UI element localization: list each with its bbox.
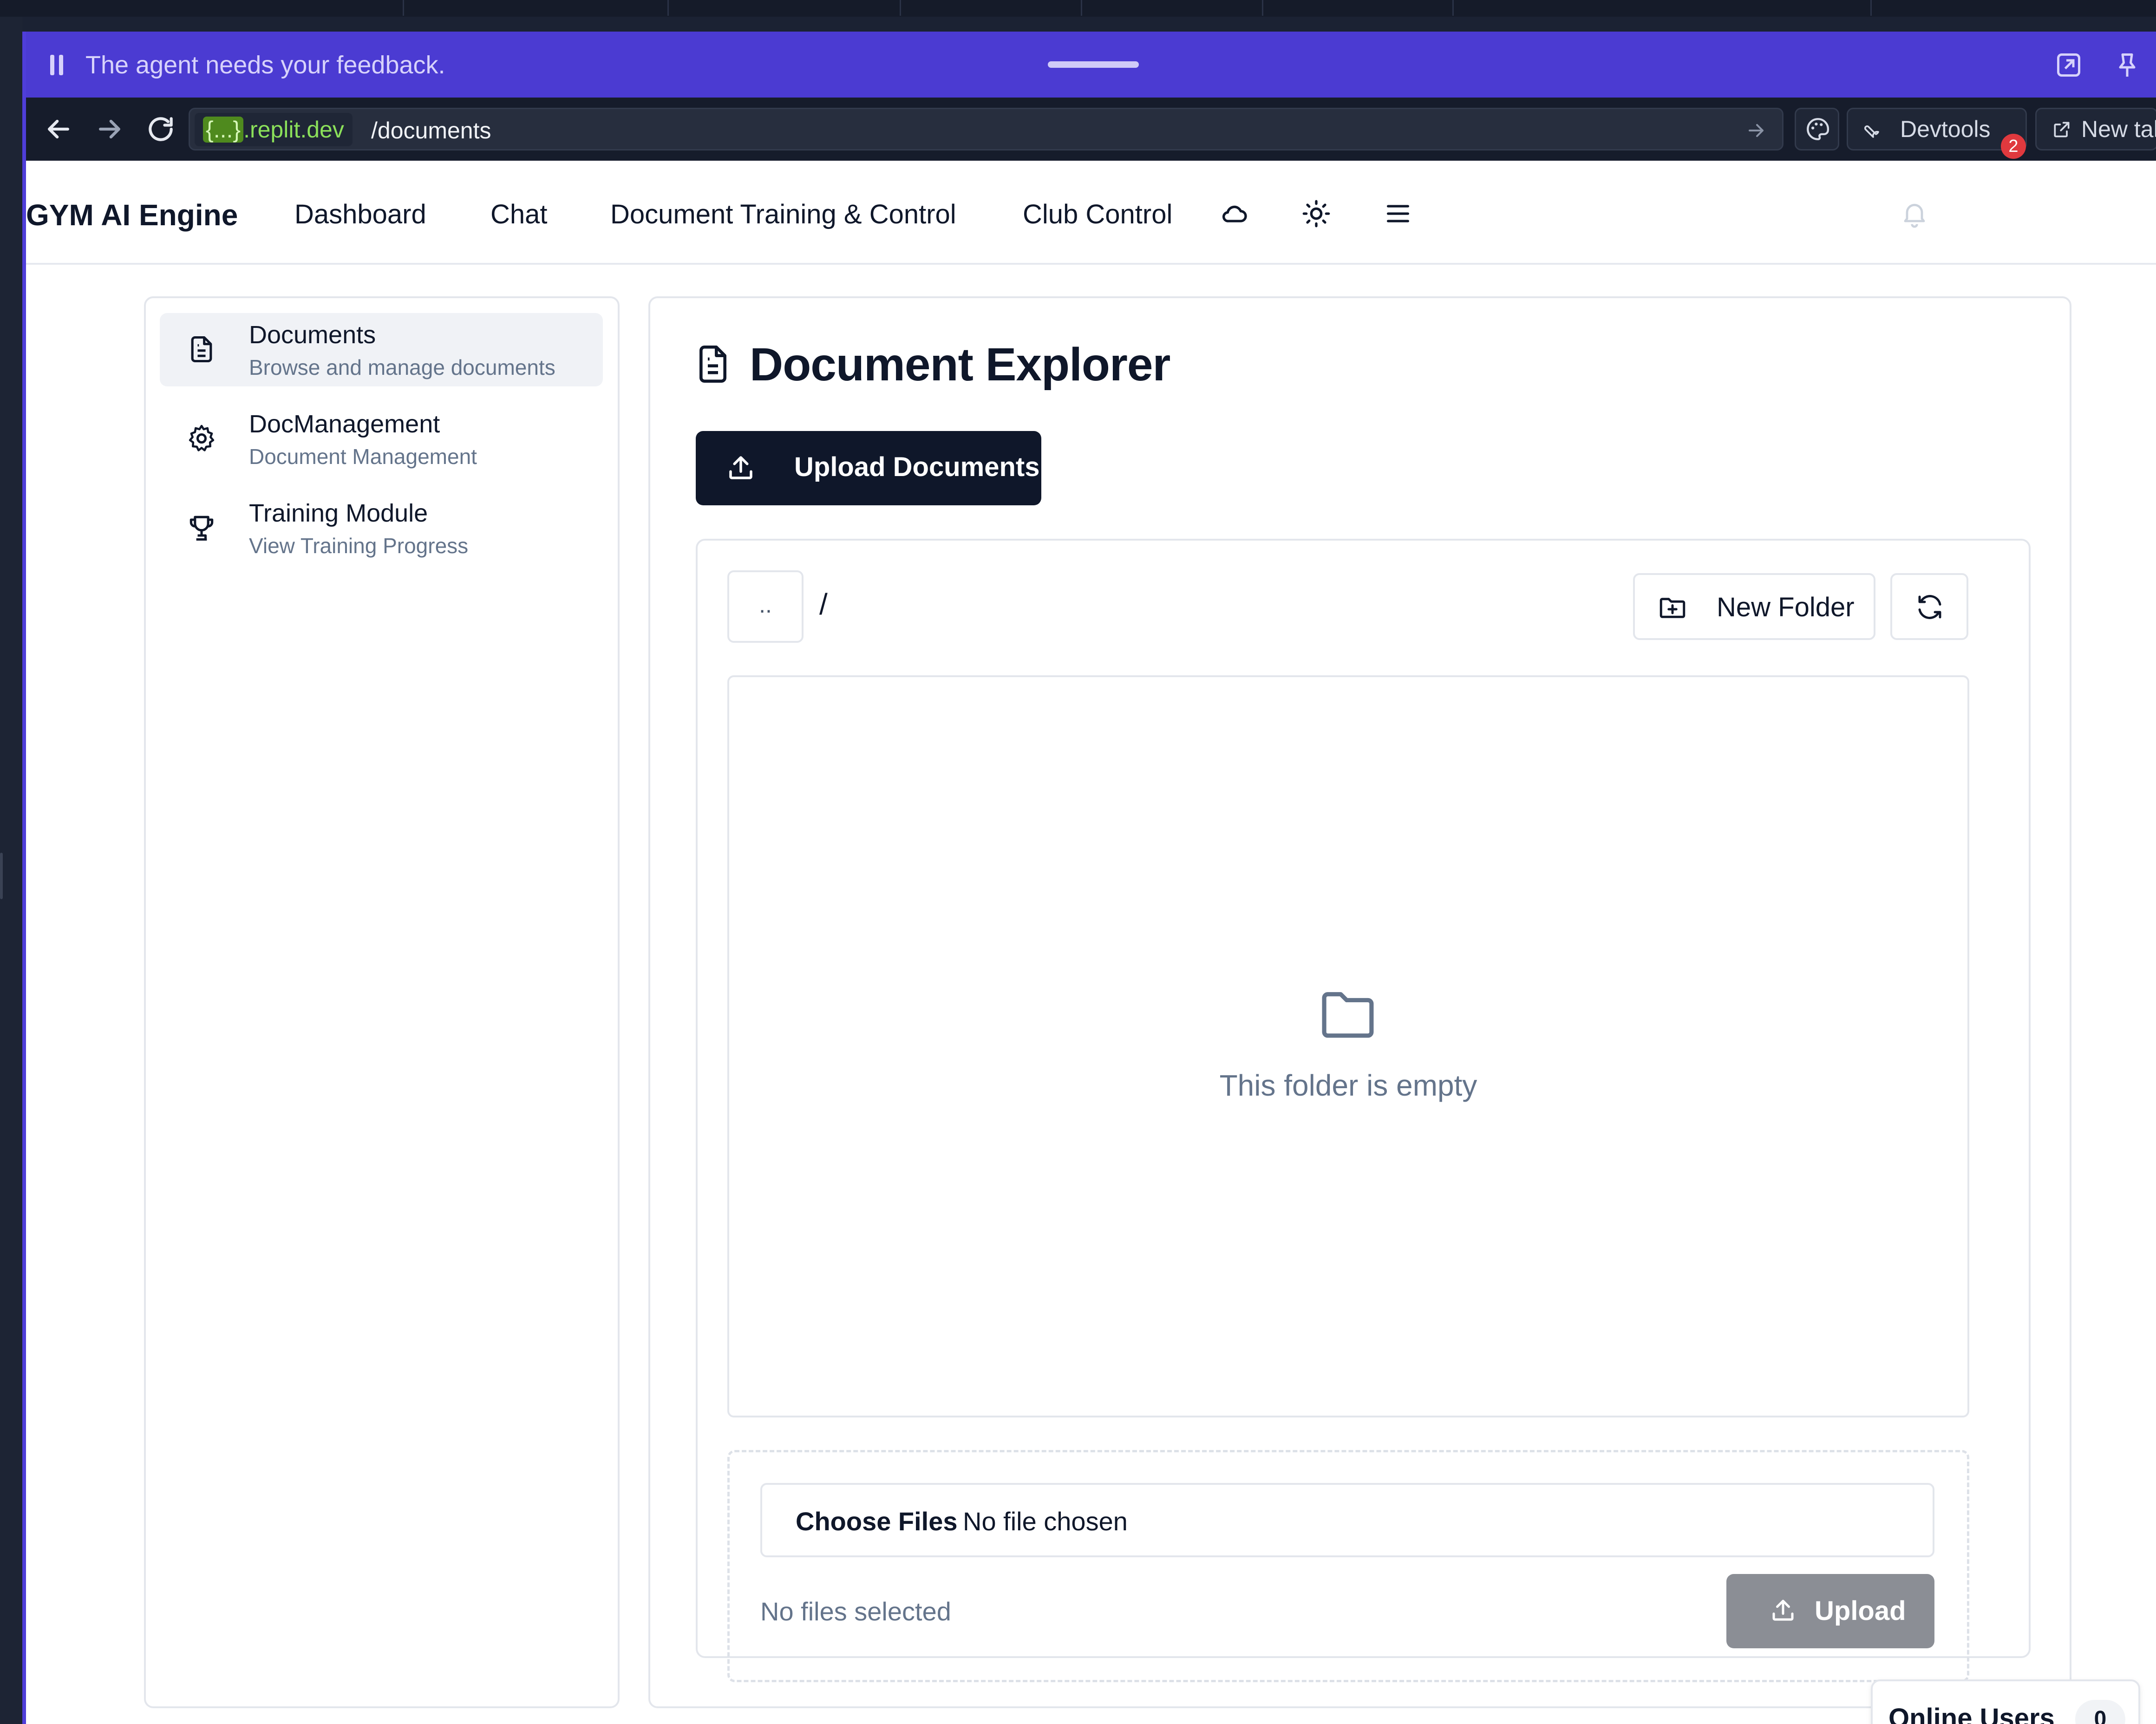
rail-marker: [0, 853, 3, 899]
choose-files-button[interactable]: Choose Files: [796, 1506, 958, 1536]
sidebar-item-title: Documents: [249, 321, 376, 349]
document-explorer-panel: Document Explorer Upload Documents .. / …: [648, 296, 2071, 1708]
trophy-icon: [189, 516, 214, 541]
cloud-icon[interactable]: [1220, 199, 1249, 229]
folder-icon: [1322, 992, 1374, 1038]
browser-tab-strip: [0, 0, 2156, 17]
url-field[interactable]: {...} .replit.dev /documents: [189, 108, 1784, 150]
file-list-area: This folder is empty: [727, 675, 1969, 1417]
upload-dropzone[interactable]: Choose Files No file chosen No files sel…: [727, 1450, 1969, 1682]
sidebar: Documents Browse and manage documents Do…: [144, 296, 620, 1708]
address-bar: {...} .replit.dev /documents Devtools 2 N…: [26, 98, 2156, 161]
new-folder-button[interactable]: New Folder: [1633, 573, 1875, 640]
nav-link-chat[interactable]: Chat: [490, 199, 548, 230]
pause-icon[interactable]: [48, 55, 65, 75]
file-input[interactable]: Choose Files No file chosen: [760, 1483, 1934, 1557]
pin-icon[interactable]: [2113, 51, 2141, 79]
upload-label: Upload: [1815, 1596, 1906, 1626]
go-arrow-icon[interactable]: [1745, 119, 1767, 142]
palette-icon: [1807, 118, 1829, 140]
browser-tab[interactable]: [901, 0, 1082, 16]
new-folder-label: New Folder: [1717, 592, 1855, 622]
open-external-icon[interactable]: [2055, 51, 2083, 79]
back-arrow-icon[interactable]: [43, 113, 74, 145]
breadcrumb: /: [819, 588, 828, 621]
browser-tab[interactable]: [1263, 0, 1454, 16]
online-users-label: Online Users: [1888, 1703, 2055, 1724]
drag-handle[interactable]: [1048, 61, 1139, 68]
sidebar-item-docmanagement[interactable]: DocManagement Document Management: [160, 402, 603, 476]
nav-link-club-control[interactable]: Club Control: [1023, 199, 1172, 230]
upload-icon: [729, 456, 752, 479]
sidebar-item-training-module[interactable]: Training Module View Training Progress: [160, 491, 603, 565]
browser-tab[interactable]: [669, 0, 901, 16]
app-navbar: GYM AI Engine Dashboard Chat Document Tr…: [26, 161, 2156, 265]
url-host: {...} .replit.dev: [195, 113, 353, 146]
selected-files-status: No files selected: [760, 1597, 951, 1626]
empty-folder-message: This folder is empty: [1219, 1069, 1477, 1102]
devtools-label: Devtools: [1900, 116, 1991, 142]
preview-window: The agent needs your feedback. {...} .rep…: [22, 32, 2156, 1724]
parent-directory-button[interactable]: ..: [727, 570, 804, 643]
editor-left-rail: [0, 17, 22, 1724]
refresh-icon: [1918, 595, 1941, 619]
upload-icon: [1772, 1600, 1794, 1621]
file-text-icon: [191, 336, 212, 363]
bell-icon[interactable]: [1900, 199, 1929, 229]
theme-palette-button[interactable]: [1795, 108, 1839, 150]
nav-link-dashboard[interactable]: Dashboard: [294, 199, 426, 230]
browser-tab[interactable]: [404, 0, 669, 16]
sidebar-item-title: Training Module: [249, 499, 428, 527]
page-title: Document Explorer: [750, 339, 1170, 391]
sun-icon[interactable]: [1301, 199, 1331, 229]
agent-feedback-message: The agent needs your feedback.: [85, 51, 445, 79]
refresh-button[interactable]: [1890, 573, 1968, 640]
sidebar-item-subtitle: Document Management: [249, 444, 477, 469]
sidebar-item-subtitle: View Training Progress: [249, 534, 469, 558]
browser-tab[interactable]: [1082, 0, 1263, 16]
wrench-icon: [1864, 125, 1879, 138]
online-users-count: 0: [2075, 1700, 2125, 1724]
sidebar-item-documents[interactable]: Documents Browse and manage documents: [160, 313, 603, 386]
sidebar-item-title: DocManagement: [249, 410, 440, 438]
external-link-icon: [2054, 122, 2070, 137]
agent-feedback-bar: The agent needs your feedback.: [26, 32, 2156, 98]
gear-icon: [189, 424, 215, 451]
new-tab-label: New tab: [2081, 116, 2156, 142]
file-explorer: .. / New Folder This folder is empty Cho…: [696, 539, 2031, 1682]
folder-plus-icon: [1659, 598, 1686, 618]
reload-icon[interactable]: [145, 113, 176, 145]
app-page: GYM AI Engine Dashboard Chat Document Tr…: [26, 161, 2156, 1724]
url-host-suffix: .replit.dev: [243, 117, 344, 143]
upload-documents-button[interactable]: Upload Documents: [696, 431, 1041, 505]
upload-documents-label: Upload Documents: [794, 452, 1040, 482]
browser-tab[interactable]: [1454, 0, 1872, 16]
nav-link-document-training[interactable]: Document Training & Control: [610, 199, 956, 230]
devtools-button[interactable]: Devtools: [1847, 108, 2027, 150]
sidebar-item-subtitle: Browse and manage documents: [249, 355, 555, 379]
brand-logo[interactable]: GYM AI Engine: [26, 198, 238, 232]
browser-tab[interactable]: [200, 0, 404, 16]
upload-button[interactable]: Upload: [1726, 1574, 1934, 1648]
menu-icon[interactable]: [1383, 199, 1413, 229]
forward-arrow-icon[interactable]: [94, 113, 125, 145]
devtools-error-badge: 2: [2001, 134, 2026, 159]
url-host-prefix: {...}: [203, 117, 244, 143]
online-users-widget[interactable]: Online Users 0: [1871, 1679, 2140, 1724]
url-path: /documents: [371, 118, 491, 144]
file-input-status: No file chosen: [963, 1507, 1128, 1536]
file-text-icon: [699, 346, 726, 383]
new-tab-button[interactable]: New tab: [2035, 108, 2156, 150]
